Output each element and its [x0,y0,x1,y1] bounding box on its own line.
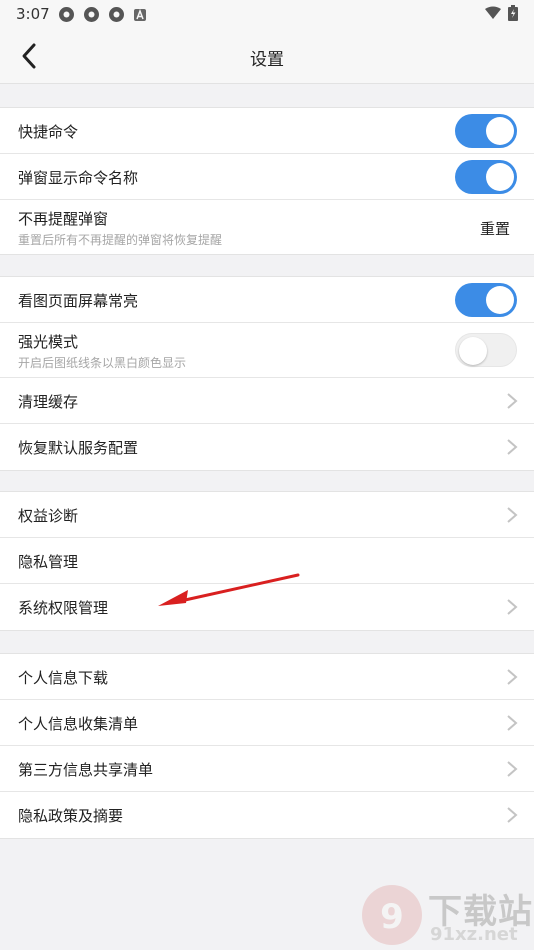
chevron-right-icon [507,761,518,777]
app-notification-icon [59,7,74,22]
settings-group-4: 个人信息下载 个人信息收集清单 第三方信息共享清单 隐私政策及摘要 [0,653,534,839]
settings-group-3: 权益诊断 隐私管理 系统权限管理 [0,491,534,631]
svg-text:9: 9 [380,897,404,937]
chevron-right-icon [507,669,518,685]
page-title: 设置 [250,50,284,70]
toggle-knob [459,337,487,365]
chevron-right-icon [507,439,518,455]
no-remind-popup-sub: 重置后所有不再提醒的弹窗将恢复提醒 [18,233,223,247]
toggle-knob [486,286,514,314]
nav-bar: 设置 [0,28,534,84]
restore-default-service-row[interactable]: 恢复默认服务配置 [0,424,534,470]
no-remind-popup-row: 不再提醒弹窗 重置后所有不再提醒的弹窗将恢复提醒 重置 [0,200,534,254]
chevron-right-icon [507,507,518,523]
app-notification-icon [109,7,124,22]
system-permissions-row[interactable]: 系统权限管理 [0,584,534,630]
chevron-right-icon [507,807,518,823]
privacy-policy-label: 隐私政策及摘要 [18,807,124,825]
shortcut-commands-toggle[interactable] [455,114,517,148]
toggle-knob [486,163,514,191]
a-notification-icon [134,8,146,21]
personal-info-download-label: 个人信息下载 [18,669,109,687]
app-notification-icon [84,7,99,22]
screen-always-on-label: 看图页面屏幕常亮 [18,292,139,310]
status-bar: 3:07 [0,0,534,28]
shortcut-commands-label: 快捷命令 [18,123,79,141]
watermark-logo-icon: 9 [362,885,422,945]
third-party-sharing-label: 第三方信息共享清单 [18,761,154,779]
toggle-knob [486,117,514,145]
no-remind-popup-label: 不再提醒弹窗 [18,210,109,228]
list-item[interactable]: 个人信息下载 [0,654,534,700]
popup-command-name-label: 弹窗显示命令名称 [18,169,139,187]
chevron-right-icon [507,715,518,731]
list-item[interactable]: 个人信息收集清单 [0,700,534,746]
privacy-header-row: 隐私管理 [0,538,534,584]
status-right [484,5,518,21]
battery-icon [508,5,518,21]
rights-diagnosis-label: 权益诊断 [18,507,79,525]
clear-cache-row[interactable]: 清理缓存 [0,378,534,424]
list-item[interactable]: 第三方信息共享清单 [0,746,534,792]
screen-always-on-row: 看图页面屏幕常亮 [0,277,534,323]
screen-always-on-toggle[interactable] [455,283,517,317]
system-permissions-label: 系统权限管理 [18,599,109,617]
restore-default-service-label: 恢复默认服务配置 [18,439,139,457]
notification-icons [58,6,147,23]
high-light-mode-label: 强光模式 [18,333,79,351]
personal-info-collection-label: 个人信息收集清单 [18,715,139,733]
watermark: 9 下载站 91xz.net [358,880,534,950]
privacy-header: 隐私管理 [18,553,79,571]
shortcut-commands-row: 快捷命令 [0,108,534,154]
watermark-url: 91xz.net [430,924,518,945]
high-light-mode-row: 强光模式 开启后图纸线条以黑白颜色显示 [0,323,534,378]
status-time: 3:07 [16,5,50,23]
reset-button[interactable]: 重置 [480,218,510,239]
high-light-mode-sub: 开启后图纸线条以黑白颜色显示 [18,356,187,370]
chevron-right-icon [507,393,518,409]
high-light-mode-toggle[interactable] [455,333,517,367]
list-item[interactable]: 隐私政策及摘要 [0,792,534,838]
popup-command-name-row: 弹窗显示命令名称 [0,154,534,200]
clear-cache-label: 清理缓存 [18,393,79,411]
settings-group-1: 快捷命令 弹窗显示命令名称 不再提醒弹窗 重置后所有不再提醒的弹窗将恢复提醒 重… [0,107,534,255]
rights-diagnosis-row[interactable]: 权益诊断 [0,492,534,538]
chevron-right-icon [507,599,518,615]
popup-command-name-toggle[interactable] [455,160,517,194]
wifi-icon [485,6,501,19]
settings-group-2: 看图页面屏幕常亮 强光模式 开启后图纸线条以黑白颜色显示 清理缓存 恢复默认服务… [0,276,534,471]
